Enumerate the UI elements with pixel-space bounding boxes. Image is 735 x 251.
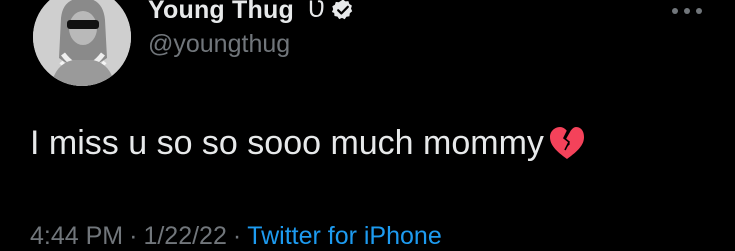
tweet-time[interactable]: 4:44 PM: [30, 222, 123, 250]
profile-photo: [33, 0, 131, 86]
meta-separator: ·: [232, 222, 242, 250]
tweet-date[interactable]: 1/22/22: [143, 222, 226, 250]
verified-badge-icon: [332, 0, 353, 20]
user-handle[interactable]: @youngthug: [148, 30, 290, 59]
meta-separator: ·: [129, 222, 138, 250]
tweet-body: I miss u so so sooo much mommy: [30, 124, 544, 162]
broken-heart-icon: [549, 126, 584, 159]
tweet-source-link[interactable]: Twitter for iPhone: [247, 222, 442, 250]
display-name[interactable]: Young Thug: [148, 0, 294, 25]
more-options-icon[interactable]: [670, 4, 704, 18]
tweet-card: Young Thug Ʋ @youngthug I miss u so so s…: [0, 0, 735, 250]
tweet-text: I miss u so so sooo much mommy: [30, 124, 586, 163]
display-name-row[interactable]: Young Thug Ʋ: [148, 0, 355, 28]
avatar[interactable]: [33, 0, 131, 86]
name-glyph: Ʋ: [307, 0, 326, 23]
tweet-metadata: 4:44 PM · 1/22/22 · Twitter for iPhone: [30, 222, 442, 251]
